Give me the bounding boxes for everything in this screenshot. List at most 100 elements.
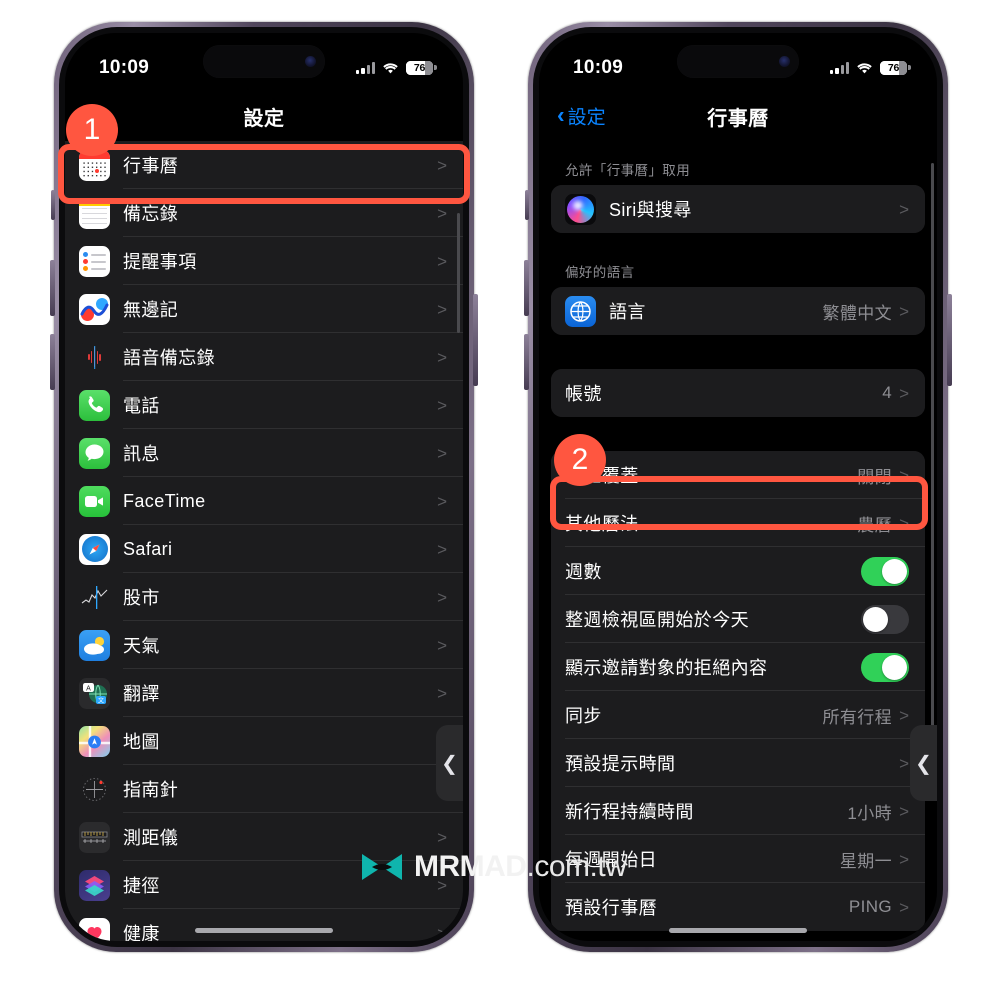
settings-row-siri-search[interactable]: Siri與搜尋 > [551,185,925,233]
siri-app-icon [565,193,596,225]
stocks-app-icon [79,581,110,613]
section-preferred-language: 語言 繁體中文 > [551,287,925,335]
scroll-indicator[interactable] [457,213,460,333]
silent-switch[interactable] [525,190,529,220]
settings-row-week-view-starts-today[interactable]: 整週檢視區開始於今天 [551,595,925,643]
page-title: 行事曆 [707,107,769,130]
settings-row-alternate-calendars[interactable]: 其他曆法 農曆 > [551,499,925,547]
settings-row-voice-memos[interactable]: 語音備忘錄 > [65,333,463,381]
chevron-right-icon: > [899,897,909,917]
row-label: 股市 [123,588,160,608]
chevron-right-icon: > [437,251,447,271]
settings-row-messages[interactable]: 訊息 > [65,429,463,477]
settings-row-calendar[interactable]: 行事曆 > [65,141,463,189]
settings-row-measure[interactable]: 測距儀 > [65,813,463,861]
settings-row-compass[interactable]: 指南針 > [65,765,463,813]
row-label: 天氣 [123,636,160,656]
settings-row-facetime[interactable]: FaceTime > [65,477,463,525]
phone-right: 10:09 76 ‹ 設定 行事曆 允許「行事曆」取用 Siri與搜尋 > 偏好… [524,22,952,952]
settings-row-shortcuts[interactable]: 捷徑 > [65,861,463,909]
front-camera-icon [305,56,316,67]
chevron-right-icon: > [899,383,909,403]
settings-row-default-calendar[interactable]: 預設行事曆 PING > [551,883,925,931]
back-swipe-chevron-icon[interactable]: ❮ [910,725,937,801]
settings-row-phone[interactable]: 電話 > [65,381,463,429]
home-indicator[interactable] [669,928,807,933]
phone-app-icon [79,389,110,421]
settings-row-sync[interactable]: 同步 所有行程 > [551,691,925,739]
settings-row-week-numbers[interactable]: 週數 [551,547,925,595]
row-label: 地圖 [123,732,160,752]
settings-row-start-week-on[interactable]: 每週開始日 星期一 > [551,835,925,883]
step-badge-1: 1 [66,104,118,156]
volume-down-button[interactable] [524,334,529,390]
silent-switch[interactable] [51,190,55,220]
wifi-icon [856,62,873,75]
row-label: Siri與搜尋 [609,200,692,220]
row-label: 帳號 [565,384,602,404]
row-label: 電話 [123,396,160,416]
language-globe-icon [565,295,596,327]
row-label: 顯示邀請對象的拒絕內容 [565,658,768,678]
scroll-indicator[interactable] [931,163,934,793]
chevron-right-icon: > [437,587,447,607]
power-button[interactable] [473,294,478,386]
row-label: Safari [123,538,173,559]
freeform-app-icon [79,293,110,325]
week-numbers-toggle[interactable] [861,556,909,586]
volume-down-button[interactable] [50,334,55,390]
week-view-starts-today-toggle[interactable] [861,604,909,634]
row-value: 所有行程 [822,707,893,727]
row-value: 關閉 [857,467,893,487]
settings-row-health[interactable]: 健康 > [65,909,463,941]
reminders-app-icon [79,245,110,277]
chevron-right-icon: > [437,491,447,511]
notes-app-icon [79,197,110,229]
translate-app-icon: A文 [79,677,110,709]
nav-bar: ‹ 設定 行事曆 [539,91,937,141]
phone-left: 10:09 76 設定 行事曆 > 備忘錄 > 提醒事項 > 無邊記 > 語音備… [50,22,478,952]
settings-row-stocks[interactable]: 股市 > [65,573,463,621]
section-calendar-options: 時區覆蓋 關閉 > 其他曆法 農曆 > 週數 整週檢視區開始於今天 顯示邀請對象… [551,451,925,931]
settings-row-language[interactable]: 語言 繁體中文 > [551,287,925,335]
settings-row-weather[interactable]: 天氣 > [65,621,463,669]
settings-row-notes[interactable]: 備忘錄 > [65,189,463,237]
volume-up-button[interactable] [50,260,55,316]
settings-row-freeform[interactable]: 無邊記 > [65,285,463,333]
show-declined-events-toggle[interactable] [861,652,909,682]
back-swipe-chevron-icon[interactable]: ❮ [436,725,463,801]
home-indicator[interactable] [195,928,333,933]
settings-row-default-alert-times[interactable]: 預設提示時間 > [551,739,925,787]
settings-row-translate[interactable]: A文 翻譯 > [65,669,463,717]
settings-row-accounts[interactable]: 帳號 4 > [551,369,925,417]
row-label: FaceTime [123,490,206,511]
chevron-right-icon: > [437,923,447,942]
volume-up-button[interactable] [524,260,529,316]
battery-percent: 76 [413,62,426,74]
back-button[interactable]: ‹ 設定 [557,103,606,130]
chevron-right-icon: > [899,753,909,773]
nav-bar: 設定 [65,91,463,141]
phone-screen-right: 10:09 76 ‹ 設定 行事曆 允許「行事曆」取用 Siri與搜尋 > 偏好… [539,33,937,941]
cellular-signal-icon [830,62,849,74]
settings-row-safari[interactable]: Safari > [65,525,463,573]
section-header-preferred-language: 偏好的語言 [565,265,635,280]
status-time: 10:09 [99,57,150,78]
power-button[interactable] [947,294,952,386]
row-label: 測距儀 [123,828,179,848]
settings-row-show-declined-events[interactable]: 顯示邀請對象的拒絕內容 [551,643,925,691]
calendar-settings-list[interactable]: 允許「行事曆」取用 Siri與搜尋 > 偏好的語言 語言 繁體中文 > 帳號 4… [539,141,937,941]
settings-row-default-event-duration[interactable]: 新行程持續時間 1小時 > [551,787,925,835]
chevron-right-icon: > [437,203,447,223]
row-value: 1小時 [847,803,893,823]
settings-list-left[interactable]: 行事曆 > 備忘錄 > 提醒事項 > 無邊記 > 語音備忘錄 > 電話 > 訊息… [65,141,463,941]
row-label: 訊息 [123,444,160,464]
settings-row-reminders[interactable]: 提醒事項 > [65,237,463,285]
chevron-right-icon: > [437,395,447,415]
settings-row-maps[interactable]: 地圖 > [65,717,463,765]
row-label: 預設提示時間 [565,754,676,774]
settings-row-time-zone-override[interactable]: 時區覆蓋 關閉 > [551,451,925,499]
row-label: 行事曆 [123,156,179,176]
front-camera-icon [779,56,790,67]
weather-app-icon [79,629,110,661]
